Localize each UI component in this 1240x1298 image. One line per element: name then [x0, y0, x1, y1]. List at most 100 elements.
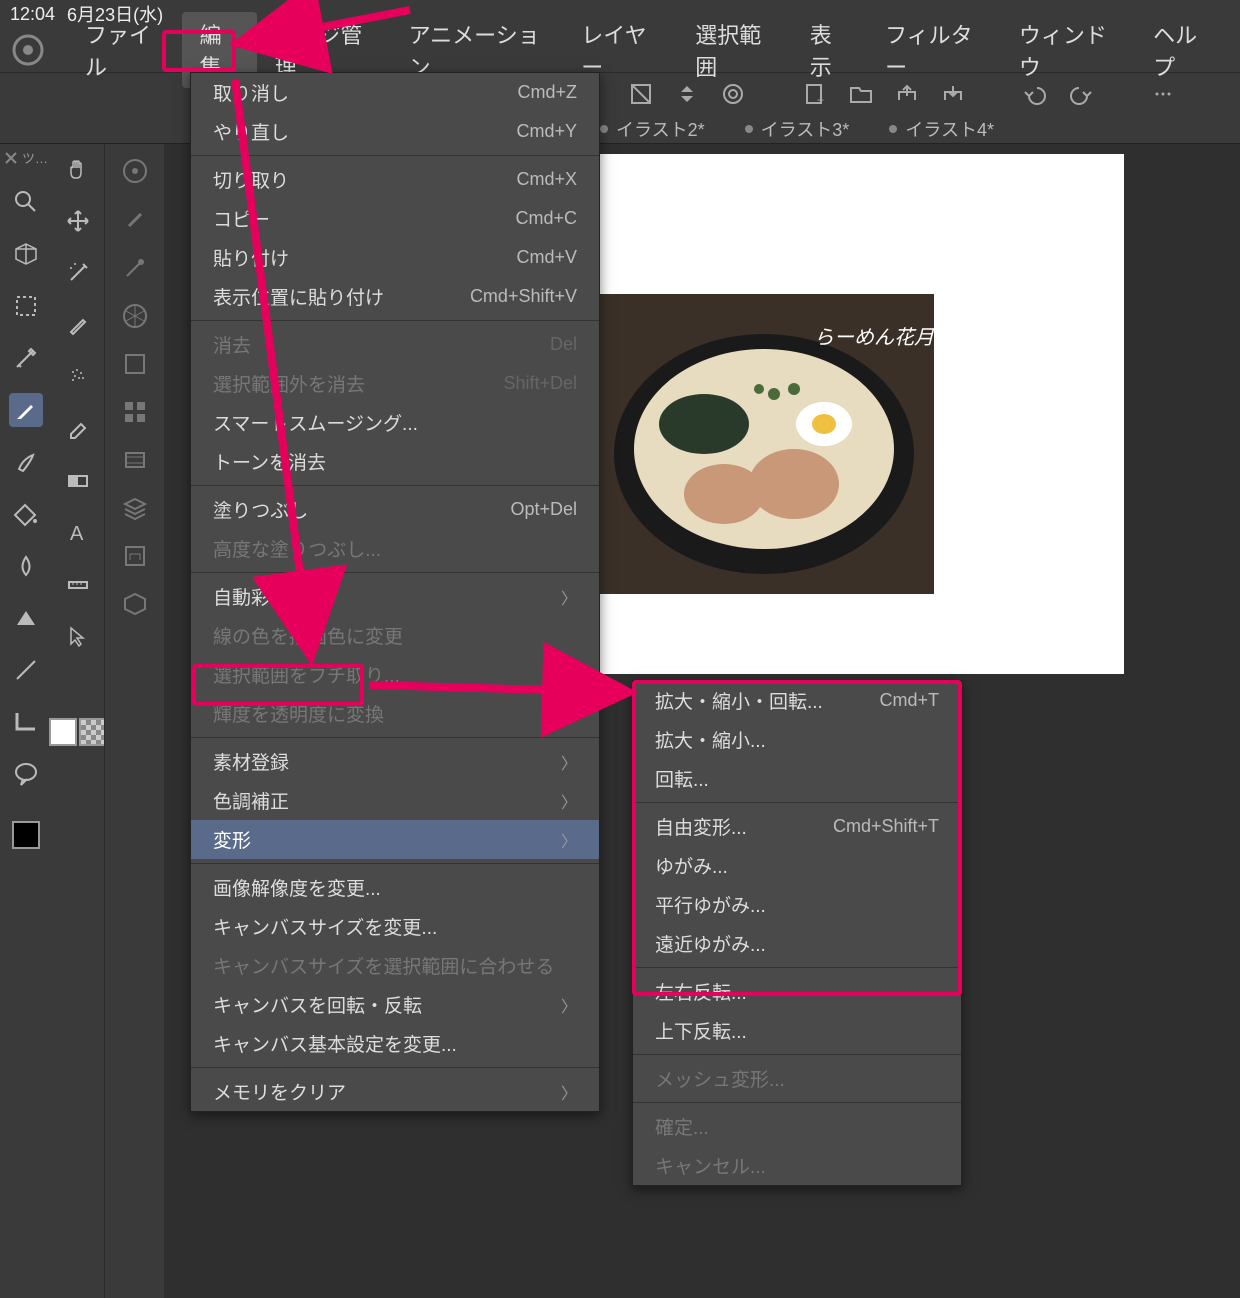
grid-panel-icon[interactable]: [121, 398, 149, 426]
edit-menu-item[interactable]: 塗りつぶしOpt+Del: [191, 490, 599, 529]
transform-menu-item[interactable]: 回転...: [633, 759, 961, 798]
export-icon[interactable]: [938, 79, 968, 109]
material-panel-icon[interactable]: [121, 590, 149, 618]
polyline-tool-icon[interactable]: [9, 705, 43, 739]
transform-submenu[interactable]: 拡大・縮小・回転...Cmd+T拡大・縮小...回転... 自由変形...Cmd+…: [632, 680, 962, 1186]
edit-menu-item[interactable]: 貼り付けCmd+V: [191, 238, 599, 277]
edit-menu-item[interactable]: 表示位置に貼り付けCmd+Shift+V: [191, 277, 599, 316]
edit-menu-item[interactable]: コピーCmd+C: [191, 199, 599, 238]
cube-select-tool-icon[interactable]: [9, 237, 43, 271]
airbrush-tool-icon[interactable]: [61, 360, 95, 394]
edit-menu-item[interactable]: メモリをクリア〉: [191, 1072, 599, 1111]
edit-menu-item[interactable]: 素材登録〉: [191, 742, 599, 781]
edit-menu-item[interactable]: 変形〉: [191, 820, 599, 859]
new-file-icon[interactable]: +: [800, 79, 830, 109]
blur-tool-icon[interactable]: [9, 549, 43, 583]
swatches-panel-icon[interactable]: [121, 350, 149, 378]
edit-menu-item[interactable]: やり直しCmd+Y: [191, 112, 599, 151]
menu-選択範囲[interactable]: 選択範囲: [677, 12, 792, 88]
canvas[interactable]: らーめん花月嵐: [584, 154, 1124, 674]
text-tool-icon[interactable]: A: [61, 516, 95, 550]
edit-menu-item[interactable]: 自動彩色〉: [191, 577, 599, 616]
open-folder-icon[interactable]: [846, 79, 876, 109]
transform-menu-item: メッシュ変形...: [633, 1059, 961, 1098]
edit-menu-item: 消去Del: [191, 325, 599, 364]
brush-panel-icon[interactable]: [121, 206, 149, 234]
shape-tool-icon[interactable]: [9, 601, 43, 635]
eraser-tool-icon[interactable]: [61, 412, 95, 446]
transform-menu-item[interactable]: 拡大・縮小...: [633, 720, 961, 759]
nav-target-icon[interactable]: [120, 156, 150, 186]
magnifier-tool-icon[interactable]: [9, 185, 43, 219]
pen-tool-icon[interactable]: [9, 393, 43, 427]
color-swatches[interactable]: [10, 819, 42, 851]
edit-menu-item[interactable]: スマートスムージング...: [191, 403, 599, 442]
expand-icon[interactable]: [672, 79, 702, 109]
ruler-tool-icon[interactable]: [61, 568, 95, 602]
svg-text:A: A: [70, 523, 84, 545]
tab-illust3[interactable]: イラスト3*: [745, 116, 850, 142]
svg-text:らーめん花月嵐: らーめん花月嵐: [814, 327, 934, 349]
history-panel-icon[interactable]: [121, 542, 149, 570]
edit-menu-item[interactable]: 取り消しCmd+Z: [191, 73, 599, 112]
edit-menu-item[interactable]: 切り取りCmd+X: [191, 160, 599, 199]
transform-menu-item[interactable]: 遠近ゆがみ...: [633, 924, 961, 963]
edit-menu-item[interactable]: キャンバスを回転・反転〉: [191, 985, 599, 1024]
menu-フィルター[interactable]: フィルター: [867, 12, 1001, 88]
aux-panel-column: [104, 144, 164, 1298]
edit-menu-item: 選択範囲外を消去Shift+Del: [191, 364, 599, 403]
edit-menu-item[interactable]: 画像解像度を変更...: [191, 868, 599, 907]
marquee-tool-icon[interactable]: [9, 289, 43, 323]
transform-menu-item[interactable]: ゆがみ...: [633, 846, 961, 885]
edit-menu-item: 線の色を描画色に変更: [191, 616, 599, 655]
transform-menu-item[interactable]: 上下反転...: [633, 1011, 961, 1050]
toggle-icon[interactable]: [626, 79, 656, 109]
film-panel-icon[interactable]: [121, 446, 149, 474]
swatch-transparent[interactable]: [79, 718, 107, 746]
color-wheel-icon[interactable]: [121, 302, 149, 330]
swatch-black[interactable]: [12, 821, 40, 849]
transform-menu-item[interactable]: 平行ゆがみ...: [633, 885, 961, 924]
menubar: ファイル編集ページ管理アニメーションレイヤー選択範囲表示フィルターウィンドウヘル…: [0, 28, 1240, 72]
tab-illust4[interactable]: イラスト4*: [889, 116, 994, 142]
fill-tool-icon[interactable]: [9, 497, 43, 531]
menu-表示[interactable]: 表示: [792, 12, 867, 88]
redo-icon[interactable]: [1066, 79, 1096, 109]
edit-menu-item[interactable]: トーンを消去: [191, 442, 599, 481]
tab-illust2[interactable]: イラスト2*: [600, 116, 705, 142]
arrow-tool-icon[interactable]: [61, 620, 95, 654]
more-icon[interactable]: [1148, 79, 1178, 109]
edit-menu-item[interactable]: キャンバスサイズを変更...: [191, 907, 599, 946]
menu-ヘルプ[interactable]: ヘルプ: [1135, 12, 1230, 88]
edit-menu-item: キャンバスサイズを選択範囲に合わせる: [191, 946, 599, 985]
balloon-tool-icon[interactable]: [9, 757, 43, 791]
layers-panel-icon[interactable]: [121, 494, 149, 522]
save-icon[interactable]: [892, 79, 922, 109]
hand-tool-icon[interactable]: [61, 152, 95, 186]
edit-menu-item[interactable]: キャンバス基本設定を変更...: [191, 1024, 599, 1063]
spiral-icon[interactable]: [718, 79, 748, 109]
transform-menu-item[interactable]: 拡大・縮小・回転...Cmd+T: [633, 681, 961, 720]
undo-icon[interactable]: [1020, 79, 1050, 109]
brush-settings-icon[interactable]: [121, 254, 149, 282]
move-tool-icon[interactable]: [61, 204, 95, 238]
transform-menu-item: キャンセル...: [633, 1146, 961, 1185]
eyedropper-tool-icon[interactable]: [9, 341, 43, 375]
color-swatches-2[interactable]: [47, 716, 109, 748]
brush-tool-icon[interactable]: [9, 445, 43, 479]
menu-ウィンドウ[interactable]: ウィンドウ: [1001, 12, 1135, 88]
wand-tool-icon[interactable]: [61, 256, 95, 290]
edit-menu-dropdown[interactable]: 取り消しCmd+Zやり直しCmd+Y 切り取りCmd+XコピーCmd+C貼り付けC…: [190, 72, 600, 1112]
status-time: 12:04: [10, 4, 55, 25]
canvas-image-ramen: らーめん花月嵐: [594, 294, 934, 594]
transform-menu-item[interactable]: 自由変形...Cmd+Shift+T: [633, 807, 961, 846]
transform-menu-item[interactable]: 左右反転...: [633, 972, 961, 1011]
line-tool-icon[interactable]: [9, 653, 43, 687]
menu-ファイル[interactable]: ファイル: [67, 12, 182, 88]
tool-palette-header: ツ…: [4, 148, 48, 167]
swatch-white[interactable]: [49, 718, 77, 746]
edit-menu-item[interactable]: 色調補正〉: [191, 781, 599, 820]
gradient-tool-icon[interactable]: [61, 464, 95, 498]
document-tabs: イラスト2* イラスト3* イラスト4*: [0, 114, 1240, 144]
pencil-tool-icon[interactable]: [61, 308, 95, 342]
